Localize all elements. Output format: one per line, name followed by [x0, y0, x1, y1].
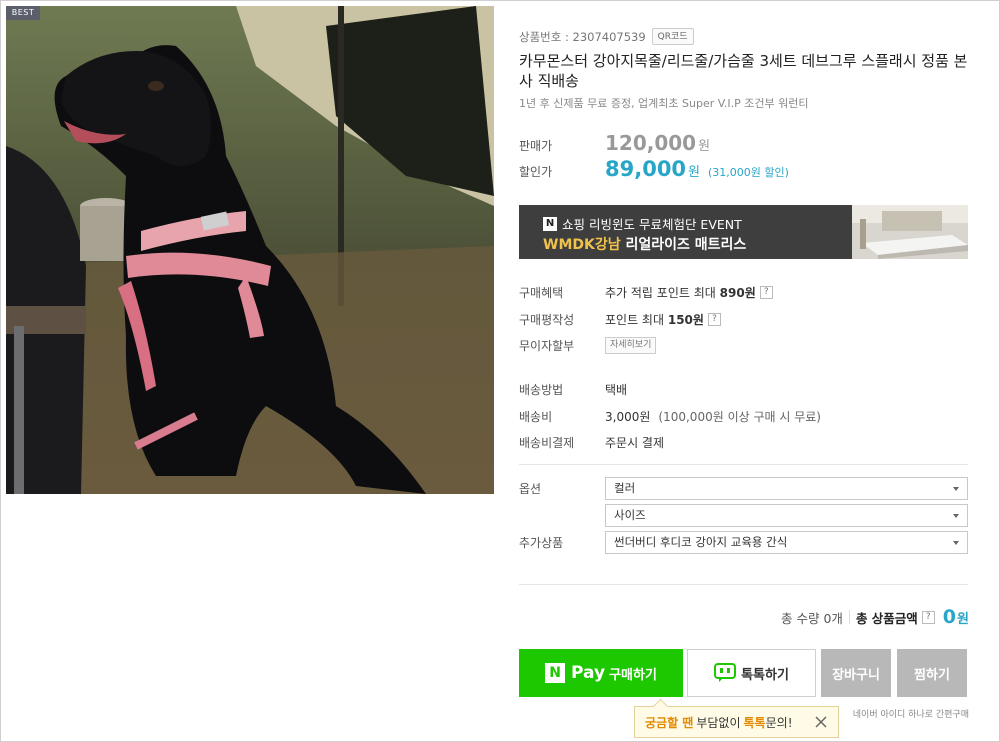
- purchase-benefit-amount: 890원: [719, 286, 756, 300]
- addon-label: 추가상품: [519, 536, 564, 550]
- shipping-fee-note: (100,000원 이상 구매 시 무료): [658, 410, 821, 424]
- product-number-row: 상품번호 : 2307407539 QR코드: [519, 28, 694, 45]
- product-image[interactable]: BEST: [6, 6, 494, 494]
- sale-price-row: 할인가 89,000 원 (31,000원 할인): [519, 157, 789, 181]
- shipping-fee-value: 3,000원: [605, 410, 651, 424]
- option-label: 옵션: [519, 482, 542, 496]
- sale-price-label: 할인가: [519, 165, 553, 179]
- close-icon[interactable]: [813, 714, 829, 730]
- chevron-down-icon: [953, 514, 959, 518]
- banner-rest-text: 리얼라이즈 매트리스: [620, 237, 747, 253]
- purchase-benefit-label: 구매혜택: [519, 286, 564, 300]
- talk-bubble-icon: [714, 663, 737, 683]
- shipping-payment-value: 주문시 결제: [605, 436, 665, 450]
- review-point-row: 구매평작성 포인트 최대 150원 ?: [519, 311, 721, 328]
- total-quantity: 총 수량 0개: [781, 610, 843, 626]
- qr-code-button[interactable]: QR코드: [651, 28, 694, 45]
- total-summary: 총 수량 0개 총 상품금액 ? 0 원: [781, 606, 969, 628]
- npay-buy-button[interactable]: N Pay 구매하기: [519, 649, 683, 697]
- chevron-down-icon: [953, 541, 959, 545]
- installment-detail-button[interactable]: 자세히보기: [605, 337, 657, 354]
- chevron-down-icon: [953, 487, 959, 491]
- original-price-row: 판매가 120,000 원: [519, 131, 710, 155]
- divider: [519, 584, 968, 585]
- help-icon[interactable]: ?: [921, 610, 935, 624]
- original-price-value: 120,000: [605, 131, 697, 155]
- tooltip-text-1: 궁금할 땐: [645, 715, 694, 730]
- banner-highlight: WMDK강남: [543, 237, 621, 253]
- tooltip-text-4: 문의!: [765, 715, 793, 730]
- separator: [848, 610, 850, 624]
- tooltip-text-3: 톡톡: [743, 715, 766, 730]
- original-price-label: 판매가: [519, 139, 553, 153]
- addon-select[interactable]: 썬더버디 후디코 강아지 교육용 간식: [605, 531, 968, 554]
- best-badge: BEST: [6, 6, 40, 20]
- talk-button[interactable]: 톡톡하기: [687, 649, 816, 697]
- total-price-label: 총 상품금액: [855, 610, 918, 626]
- help-icon[interactable]: ?: [707, 313, 721, 326]
- review-point-prefix: 포인트 최대: [605, 313, 665, 327]
- npay-buy-label: 구매하기: [609, 667, 657, 683]
- banner-line2: WMDK강남 리얼라이즈 매트리스: [543, 234, 746, 254]
- installment-label: 무이자할부: [519, 339, 575, 353]
- cart-button[interactable]: 장바구니: [821, 649, 891, 697]
- review-point-label: 구매평작성: [519, 313, 575, 327]
- shipping-fee-row: 배송비 3,000원 (100,000원 이상 구매 시 무료): [519, 408, 821, 425]
- naver-n-logo-icon: N: [543, 216, 557, 231]
- total-price-unit: 원: [957, 611, 969, 627]
- npay-logo-icon: N: [545, 663, 566, 683]
- review-point-value: 포인트 최대 150원: [605, 311, 704, 328]
- banner-event-text: 쇼핑 리빙윈도 무료체험단 EVENT: [562, 217, 742, 232]
- review-point-amount: 150원: [667, 313, 704, 327]
- wish-button[interactable]: 찜하기: [897, 649, 967, 697]
- discount-amount: (31,000원 할인): [708, 166, 789, 179]
- talk-tooltip: 궁금할 땐 부담없이 톡톡 문의!: [634, 706, 839, 738]
- tooltip-text-2: 부담없이: [696, 715, 741, 730]
- event-banner[interactable]: N 쇼핑 리빙윈도 무료체험단 EVENT WMDK강남 리얼라이즈 매트리스: [519, 205, 968, 259]
- size-select[interactable]: 사이즈: [605, 504, 968, 527]
- total-price-value: 0: [942, 606, 957, 628]
- product-number: 상품번호 : 2307407539: [519, 29, 646, 44]
- color-select[interactable]: 컬러: [605, 477, 968, 500]
- npay-note: 네이버 아이디 하나로 간편구매: [852, 710, 969, 720]
- original-price-unit: 원: [698, 139, 711, 154]
- sale-price-value: 89,000: [605, 157, 687, 181]
- addon-select-value: 썬더버디 후디코 강아지 교육용 간식: [614, 535, 788, 549]
- shipping-method-value: 택배: [605, 383, 628, 397]
- mattress-image: [852, 205, 968, 259]
- sale-price-unit: 원: [688, 165, 701, 180]
- shipping-method-label: 배송방법: [519, 383, 564, 397]
- product-title: 카무몬스터 강아지목줄/리드줄/가슴줄 3세트 데브그루 스플래시 정품 본사 …: [519, 52, 968, 90]
- purchase-benefit-prefix: 추가 적립 포인트 최대: [605, 286, 716, 300]
- divider: [519, 464, 968, 465]
- banner-line1: N 쇼핑 리빙윈도 무료체험단 EVENT: [543, 214, 742, 233]
- shipping-fee-label: 배송비: [519, 410, 553, 424]
- shipping-payment-label: 배송비결제: [519, 436, 575, 450]
- shipping-method-row: 배송방법 택배: [519, 381, 627, 398]
- talk-label: 톡톡하기: [741, 667, 789, 683]
- shipping-payment-row: 배송비결제 주문시 결제: [519, 434, 664, 451]
- product-subtitle: 1년 후 신제품 무료 증정, 업계최초 Super V.I.P 조건부 워런티: [519, 97, 809, 110]
- npay-pay-text: Pay: [571, 663, 606, 683]
- purchase-benefit-value: 추가 적립 포인트 최대 890원: [605, 284, 756, 301]
- color-select-value: 컬러: [614, 481, 636, 495]
- purchase-benefit-row: 구매혜택 추가 적립 포인트 최대 890원 ?: [519, 284, 773, 301]
- installment-row: 무이자할부 자세히보기: [519, 337, 657, 354]
- help-icon[interactable]: ?: [759, 286, 773, 299]
- dog-photo-illustration: [6, 6, 494, 494]
- size-select-value: 사이즈: [614, 508, 646, 522]
